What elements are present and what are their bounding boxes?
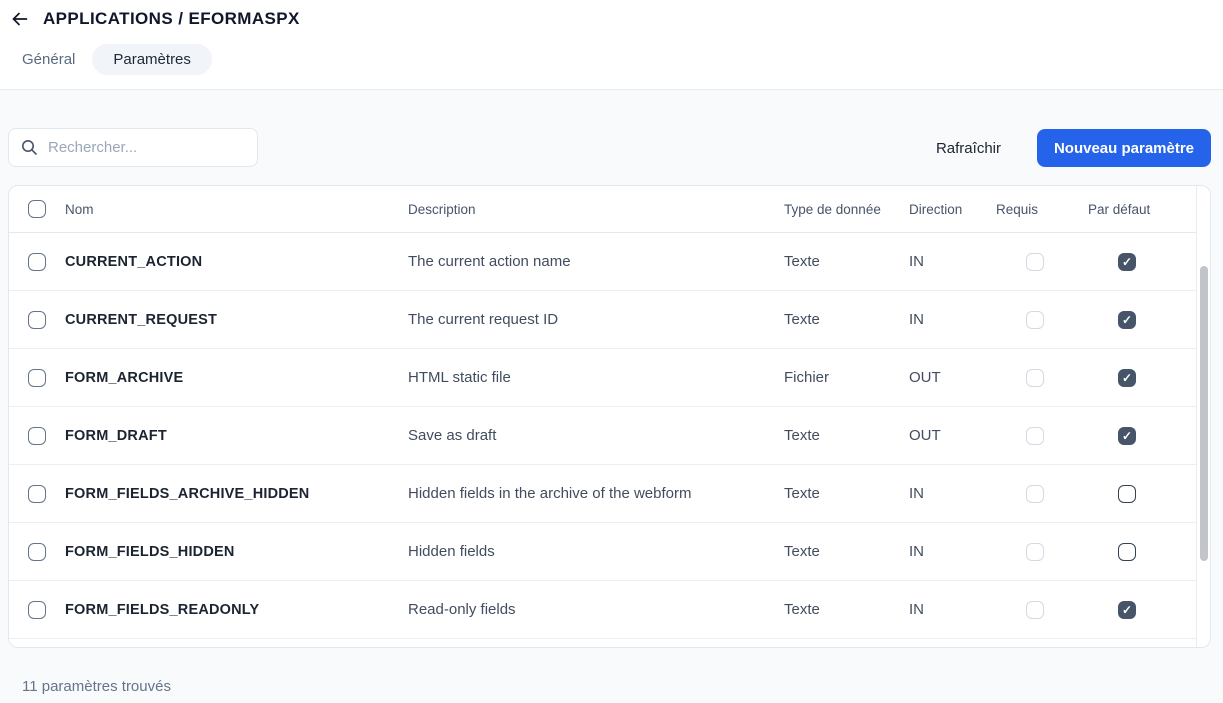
table-content: Nom Description Type de donnée Direction… [9,186,1196,647]
row-select-checkbox[interactable] [28,543,46,561]
parameter-name: FORM_ARCHIVE [65,370,408,386]
page-header: APPLICATIONS / EFORMASPX Général Paramèt… [0,0,1223,90]
main-content: Rafraîchir Nouveau paramètre Nom Descrip… [0,90,1223,703]
parameter-type: Texte [784,253,909,270]
table-header-row: Nom Description Type de donnée Direction… [9,186,1196,233]
table-row[interactable]: CURRENT_ACTION The current action name T… [9,233,1196,291]
parameter-direction: IN [909,601,996,618]
par-defaut-checkbox[interactable] [1118,485,1136,503]
table-row[interactable]: FORM_FIELDS_HIDDEN Hidden fields Texte I… [9,523,1196,581]
parameter-direction: IN [909,311,996,328]
result-count: 11 paramètres trouvés [22,678,171,695]
requis-checkbox[interactable] [1026,427,1044,445]
column-header-type[interactable]: Type de donnée [784,202,909,217]
requis-checkbox[interactable] [1026,543,1044,561]
parameter-description: The current action name [408,253,784,270]
column-header-description[interactable]: Description [408,202,784,217]
row-select-checkbox[interactable] [28,311,46,329]
page-title: APPLICATIONS / EFORMASPX [43,9,300,29]
parameter-direction: OUT [909,427,996,444]
parameter-description: Hidden fields [408,543,784,560]
par-defaut-checkbox[interactable]: ✓ [1118,427,1136,445]
row-select-checkbox[interactable] [28,253,46,271]
table-row[interactable]: FORM_ARCHIVE HTML static file Fichier OU… [9,349,1196,407]
parameter-description: Save as draft [408,427,784,444]
requis-checkbox[interactable] [1026,253,1044,271]
table-row[interactable]: FORM_FIELDS_ARCHIVE_HIDDEN Hidden fields… [9,465,1196,523]
requis-checkbox[interactable] [1026,601,1044,619]
search-input[interactable] [48,139,247,156]
scrollbar-thumb[interactable] [1200,266,1208,561]
column-header-nom[interactable]: Nom [65,202,408,217]
par-defaut-checkbox[interactable]: ✓ [1118,311,1136,329]
par-defaut-checkbox[interactable] [1118,543,1136,561]
table-row[interactable]: CURRENT_REQUEST The current request ID T… [9,291,1196,349]
par-defaut-checkbox[interactable]: ✓ [1118,601,1136,619]
column-header-requis[interactable]: Requis [996,202,1088,217]
parameter-direction: IN [909,543,996,560]
parameter-type: Texte [784,427,909,444]
tab-general[interactable]: Général [22,45,75,74]
parameter-name: FORM_DRAFT [65,428,408,444]
parameter-type: Texte [784,543,909,560]
parameter-name: FORM_FIELDS_HIDDEN [65,544,408,560]
parameter-description: Read-only fields [408,601,784,618]
parameter-type: Texte [784,485,909,502]
parameter-direction: IN [909,253,996,270]
row-select-checkbox[interactable] [28,601,46,619]
search-box[interactable] [8,128,258,167]
back-arrow-icon[interactable] [10,9,30,29]
parameter-description: Hidden fields in the archive of the webf… [408,485,784,502]
table-row[interactable]: FORM_DRAFT Save as draft Texte OUT ✓ [9,407,1196,465]
requis-checkbox[interactable] [1026,485,1044,503]
parameter-type: Texte [784,601,909,618]
par-defaut-checkbox[interactable]: ✓ [1118,253,1136,271]
parameter-type: Texte [784,311,909,328]
row-select-checkbox[interactable] [28,485,46,503]
scrollbar-track[interactable] [1196,186,1210,647]
parameter-description: The current request ID [408,311,784,328]
column-header-direction[interactable]: Direction [909,202,996,217]
row-select-checkbox[interactable] [28,369,46,387]
select-all-checkbox[interactable] [28,200,46,218]
breadcrumb: APPLICATIONS / EFORMASPX [10,7,300,31]
parameter-type: Fichier [784,369,909,386]
requis-checkbox[interactable] [1026,369,1044,387]
parameter-name: FORM_FIELDS_READONLY [65,602,408,618]
search-icon [21,139,38,156]
refresh-button[interactable]: Rafraîchir [928,131,1009,165]
table-row[interactable]: FORM_FIELDS_READONLY Read-only fields Te… [9,581,1196,639]
parameter-description: HTML static file [408,369,784,386]
table-body: CURRENT_ACTION The current action name T… [9,233,1196,639]
parameter-direction: OUT [909,369,996,386]
par-defaut-checkbox[interactable]: ✓ [1118,369,1136,387]
new-parameter-button[interactable]: Nouveau paramètre [1037,129,1211,167]
tab-parametres[interactable]: Paramètres [92,44,212,75]
row-select-checkbox[interactable] [28,427,46,445]
column-header-par-defaut[interactable]: Par défaut [1088,202,1196,217]
parameter-name: CURRENT_REQUEST [65,312,408,328]
requis-checkbox[interactable] [1026,311,1044,329]
parameter-direction: IN [909,485,996,502]
parameters-table: Nom Description Type de donnée Direction… [8,185,1211,648]
tab-bar: Général Paramètres [22,44,212,74]
parameter-name: FORM_FIELDS_ARCHIVE_HIDDEN [65,486,408,502]
parameter-name: CURRENT_ACTION [65,254,408,270]
